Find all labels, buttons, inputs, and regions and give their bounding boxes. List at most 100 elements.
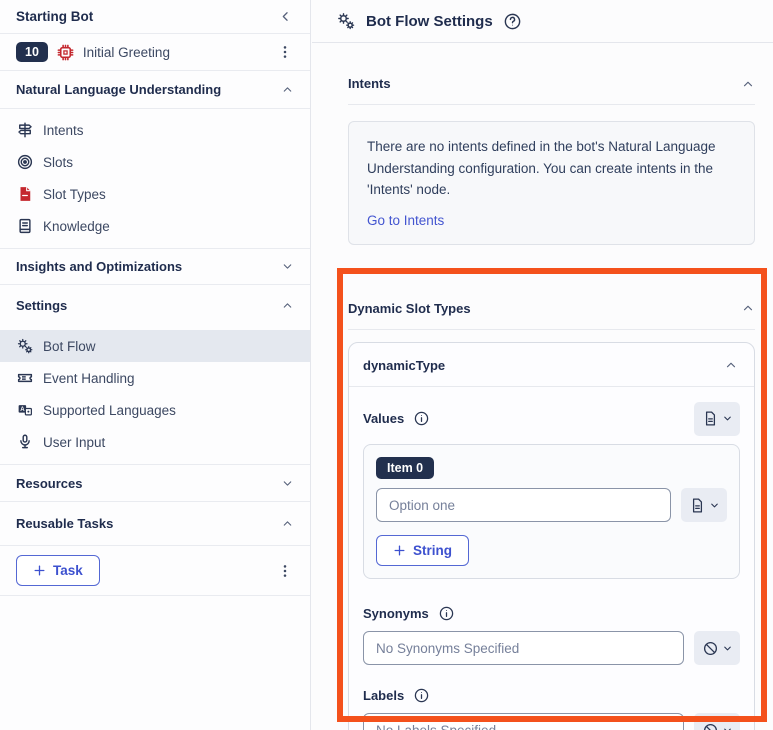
block-icon xyxy=(702,640,719,657)
sidebar-item-label: Supported Languages xyxy=(43,403,176,418)
add-task-button[interactable]: Task xyxy=(16,555,100,586)
info-circle-icon[interactable] xyxy=(413,410,430,427)
add-task-label: Task xyxy=(53,563,83,578)
value-input[interactable] xyxy=(376,488,671,522)
sidebar-item-intents[interactable]: Intents xyxy=(0,114,310,146)
section-header-insights[interactable]: Insights and Optimizations xyxy=(0,249,310,285)
go-to-intents-link[interactable]: Go to Intents xyxy=(367,213,444,228)
slot-type-name: dynamicType xyxy=(363,358,445,373)
panel-body: Intents There are no intents defined in … xyxy=(312,76,773,730)
value-type-dropdown-button[interactable] xyxy=(681,488,727,522)
sidebar-item-label: Slot Types xyxy=(43,187,106,202)
microphone-icon xyxy=(16,433,34,451)
labels-disabled-dropdown-button[interactable] xyxy=(694,713,740,730)
insights-title: Insights and Optimizations xyxy=(16,259,182,274)
block-icon xyxy=(702,722,719,730)
sidebar-title: Starting Bot xyxy=(16,9,93,24)
section-header-reusable-tasks[interactable]: Reusable Tasks xyxy=(0,502,310,546)
kebab-menu-icon[interactable] xyxy=(274,560,296,582)
values-field-row: Values xyxy=(363,402,740,436)
chevron-left-icon[interactable] xyxy=(274,6,296,28)
intents-section-header[interactable]: Intents xyxy=(348,76,755,105)
values-list-box: Item 0 xyxy=(363,444,740,580)
chevron-down-icon xyxy=(281,477,294,490)
sidebar-item-slot-types[interactable]: Slot Types xyxy=(0,178,310,210)
no-intents-info-box: There are no intents defined in the bot'… xyxy=(348,121,755,245)
panel-header: Bot Flow Settings xyxy=(312,0,773,43)
resources-title: Resources xyxy=(16,476,82,491)
sidebar-header: Starting Bot xyxy=(0,0,310,34)
synonyms-input[interactable] xyxy=(363,631,684,665)
labels-input[interactable] xyxy=(363,713,684,730)
chevron-up-icon xyxy=(281,299,294,312)
labels-label: Labels xyxy=(363,688,404,703)
chevron-up-icon xyxy=(741,77,755,91)
section-header-resources[interactable]: Resources xyxy=(0,465,310,502)
sidebar-item-bot-flow[interactable]: Bot Flow xyxy=(0,330,310,362)
sidebar-item-label: Knowledge xyxy=(43,219,110,234)
synonyms-label: Synonyms xyxy=(363,606,429,621)
no-intents-message: There are no intents defined in the bot'… xyxy=(367,136,738,201)
sidebar-item-event-handling[interactable]: Event Handling xyxy=(0,362,310,394)
values-label-group: Values xyxy=(363,410,430,427)
node-number-badge: 10 xyxy=(16,42,48,63)
settings-title: Settings xyxy=(16,298,67,313)
slot-type-card-header[interactable]: dynamicType xyxy=(349,343,754,387)
labels-label-group: Labels xyxy=(363,687,740,704)
kebab-menu-icon[interactable] xyxy=(274,41,296,63)
synonyms-label-group: Synonyms xyxy=(363,605,740,622)
starting-node-item[interactable]: 10 Initial Greeting xyxy=(0,34,310,71)
gears-icon xyxy=(336,11,356,31)
chevron-down-icon xyxy=(281,260,294,273)
slot-type-card-body: Values xyxy=(349,387,754,730)
plus-icon xyxy=(33,564,46,577)
svg-text:A: A xyxy=(20,407,25,413)
synonyms-disabled-dropdown-button[interactable] xyxy=(694,631,740,665)
nlu-title: Natural Language Understanding xyxy=(16,82,221,97)
chevron-up-icon xyxy=(741,301,755,315)
sidebar-item-slots[interactable]: Slots xyxy=(0,146,310,178)
node-label: Initial Greeting xyxy=(83,45,266,60)
document-red-icon xyxy=(16,185,34,203)
chevron-down-icon xyxy=(722,643,733,654)
section-header-nlu[interactable]: Natural Language Understanding xyxy=(0,71,310,109)
reusable-tasks-title: Reusable Tasks xyxy=(16,516,113,531)
sidebar-item-user-input[interactable]: User Input xyxy=(0,426,310,458)
translate-icon: A xyxy=(16,401,34,419)
plus-icon xyxy=(393,544,406,557)
value-input-row xyxy=(376,488,727,522)
values-label: Values xyxy=(363,411,404,426)
nlu-items: Intents Slots Slot Types xyxy=(0,109,310,249)
sidebar-item-knowledge[interactable]: Knowledge xyxy=(0,210,310,242)
dynamic-slot-types-section: Dynamic Slot Types dynamicType xyxy=(348,301,755,730)
item-index-badge: Item 0 xyxy=(376,457,434,480)
sidebar: Starting Bot 10 Initial Greeting xyxy=(0,0,311,730)
gears-icon xyxy=(16,337,34,355)
info-circle-icon[interactable] xyxy=(438,605,455,622)
dynamic-slot-types-title: Dynamic Slot Types xyxy=(348,301,471,316)
book-icon xyxy=(16,217,34,235)
labels-input-row xyxy=(363,713,740,730)
page-title: Bot Flow Settings xyxy=(366,13,493,30)
help-circle-icon[interactable] xyxy=(503,12,522,31)
settings-items: Bot Flow Event Handling A xyxy=(0,325,310,465)
sidebar-item-label: User Input xyxy=(43,435,105,450)
add-string-button[interactable]: String xyxy=(376,535,469,566)
chevron-up-icon xyxy=(281,83,294,96)
chevron-up-icon xyxy=(281,517,294,530)
app-root: Starting Bot 10 Initial Greeting xyxy=(0,0,773,730)
slot-type-card: dynamicType Values xyxy=(348,342,755,730)
info-circle-icon[interactable] xyxy=(413,687,430,704)
sidebar-item-label: Bot Flow xyxy=(43,339,96,354)
values-type-dropdown-button[interactable] xyxy=(694,402,740,436)
task-row: Task xyxy=(0,546,310,596)
dynamic-slot-types-header[interactable]: Dynamic Slot Types xyxy=(348,301,755,330)
target-icon xyxy=(16,153,34,171)
document-icon xyxy=(689,497,706,514)
sidebar-item-label: Event Handling xyxy=(43,371,135,386)
signpost-icon xyxy=(16,121,34,139)
section-header-settings[interactable]: Settings xyxy=(0,285,310,325)
add-string-label: String xyxy=(413,543,452,558)
sidebar-item-supported-languages[interactable]: A Supported Languages xyxy=(0,394,310,426)
ticket-icon xyxy=(16,369,34,387)
